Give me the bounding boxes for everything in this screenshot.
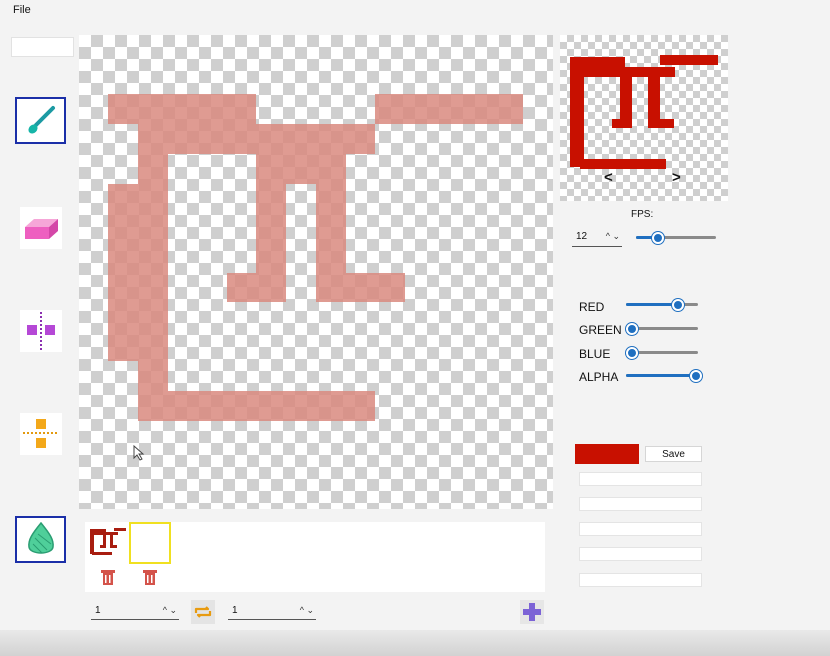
sprite-name-input[interactable] [11,37,74,57]
start-frame-stepper[interactable]: 1 ^ ⌄ [91,605,179,620]
mirror-vertical-tool-button[interactable] [20,310,62,352]
fps-stepper[interactable]: 12 ^ ⌄ [572,231,622,247]
saved-color-slot[interactable] [579,472,702,486]
end-frame-value: 1 [232,605,238,616]
alpha-slider-fill [626,374,696,377]
stepper-arrows-icon[interactable]: ^ ⌄ [163,605,177,616]
fps-slider[interactable] [636,232,716,244]
blue-label: BLUE [579,347,611,361]
frame-thumbnail[interactable] [88,522,128,562]
brush-tool-button[interactable] [15,97,66,144]
previous-frame-arrow[interactable]: < [604,169,613,186]
canvas-pixel-art [108,94,523,421]
mouse-cursor [133,445,145,461]
frame-thumbnail-selected[interactable] [129,522,171,564]
fill-bucket-icon [27,521,54,554]
mirror-horizontal-icon [23,419,59,448]
save-color-button[interactable]: Save [645,446,702,462]
fps-value: 12 [576,231,588,242]
blue-slider[interactable] [626,347,698,359]
green-label: GREEN [579,323,622,337]
saved-color-slot[interactable] [579,547,702,561]
animation-preview: < > [560,35,728,201]
drawing-canvas[interactable] [79,35,553,509]
red-label: RED [579,300,605,314]
green-slider[interactable] [626,323,698,335]
trash-icon[interactable] [99,568,117,586]
mirror-vertical-icon [27,312,55,350]
saved-color-slot[interactable] [579,522,702,536]
fill-tool-button[interactable] [15,516,66,563]
red-slider-thumb[interactable] [672,299,684,311]
fps-label: FPS: [631,209,654,220]
end-frame-stepper[interactable]: 1 ^ ⌄ [228,605,316,620]
stepper-arrows-icon[interactable]: ^ ⌄ [606,231,620,242]
eraser-tool-button[interactable] [20,207,62,249]
green-slider-thumb[interactable] [626,323,638,335]
alpha-label: ALPHA [579,370,619,384]
add-frame-button[interactable] [520,600,544,624]
loop-icon [194,606,212,618]
mirror-horizontal-tool-button[interactable] [20,413,62,455]
stepper-arrows-icon[interactable]: ^ ⌄ [300,605,314,616]
alpha-slider-thumb[interactable] [690,370,702,382]
saved-color-slot[interactable] [579,573,702,587]
alpha-slider[interactable] [626,370,702,382]
brush-icon [27,105,55,134]
current-color-swatch [575,444,639,464]
trash-icon[interactable] [141,568,159,586]
red-slider-fill [626,303,678,306]
saved-color-slot[interactable] [579,497,702,511]
red-slider[interactable] [626,299,698,311]
blue-slider-thumb[interactable] [626,347,638,359]
frame-thumbnail-art [90,528,126,555]
next-frame-arrow[interactable]: > [672,169,681,186]
loop-toggle-button[interactable] [191,600,215,624]
preview-pixel-art [570,55,718,169]
eraser-icon [25,219,58,239]
menu-file[interactable]: File [13,4,31,16]
fps-slider-thumb[interactable] [652,232,664,244]
window-bottom-edge [0,630,830,656]
menu-bar: File [0,0,830,22]
plus-icon [523,603,541,621]
start-frame-value: 1 [95,605,101,616]
